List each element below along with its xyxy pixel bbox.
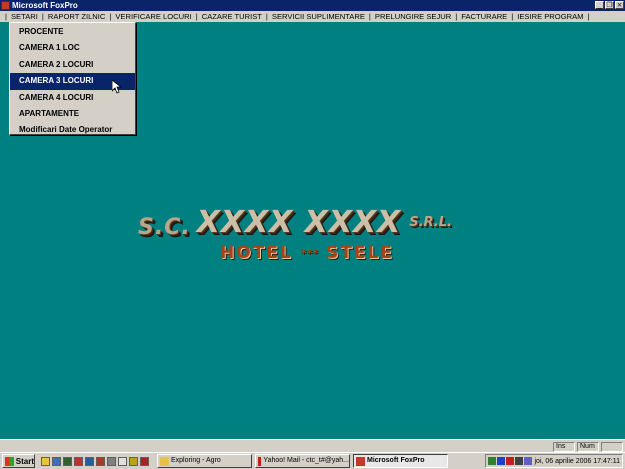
window-titlebar[interactable]: Microsoft FoxPro _ ❐ × — [0, 0, 625, 11]
menu-iesire-program[interactable]: IESIRE PROGRAM — [515, 11, 585, 22]
task-yahoo-mail[interactable]: Yahoo! Mail - ctc_t#@yah... — [255, 454, 350, 468]
logo-stars: *** — [300, 246, 318, 260]
quick-launch-icon[interactable] — [63, 456, 72, 466]
quick-launch-icon[interactable] — [129, 456, 138, 466]
logo-stele: STELE — [326, 243, 394, 263]
system-clock[interactable]: joi, 06 aprilie 2006 17:47:11 — [535, 458, 621, 465]
system-tray: joi, 06 aprilie 2006 17:47:11 — [484, 454, 623, 468]
quick-launch-icon[interactable] — [140, 456, 149, 466]
quick-launch-icon[interactable] — [96, 456, 105, 466]
menu-item-modificari-date-operator[interactable]: Modificari Date Operator — [10, 122, 135, 138]
logo-suffix: S.R.L. — [409, 215, 452, 230]
menu-item-camera-2-locuri[interactable]: CAMERA 2 LOCURI — [10, 57, 135, 73]
window-title: Microsoft FoxPro — [12, 1, 78, 10]
tray-icon[interactable] — [487, 457, 496, 465]
status-empty-cell — [601, 442, 623, 452]
task-microsoft-foxpro[interactable]: Microsoft FoxPro — [353, 454, 448, 468]
logo-company-line: S.C. XXXX XXXX S.R.L. — [138, 205, 452, 240]
menu-raport-zilnic[interactable]: RAPORT ZILNIC — [46, 11, 108, 22]
foxpro-icon — [356, 456, 365, 466]
close-button[interactable]: × — [615, 1, 624, 9]
start-label: Start — [15, 456, 34, 466]
menu-setari[interactable]: SETARI — [9, 11, 40, 22]
task-label: Exploring - Agro — [171, 457, 221, 464]
quick-launch-icon[interactable] — [118, 456, 127, 466]
quick-launch-icon[interactable] — [41, 456, 50, 466]
menu-bar: | SETARI | RAPORT ZILNIC | VERIFICARE LO… — [0, 11, 625, 22]
speaker-icon[interactable] — [523, 457, 532, 465]
logo-prefix: S.C. — [138, 215, 191, 240]
num-indicator: Num — [577, 442, 599, 452]
tray-icon[interactable] — [514, 457, 523, 465]
menu-servicii-suplimentare[interactable]: SERVICII SUPLIMENTARE — [270, 11, 367, 22]
foxpro-status-bar: Ins Num — [0, 439, 625, 452]
window-controls: _ ❐ × — [595, 1, 624, 9]
mouse-cursor-icon — [112, 80, 122, 94]
ie-icon[interactable] — [52, 456, 61, 466]
menu-separator: | — [587, 12, 590, 21]
menu-facturare[interactable]: FACTURARE — [459, 11, 509, 22]
menu-item-procente[interactable]: PROCENTE — [10, 24, 135, 40]
foxpro-icon — [1, 1, 10, 10]
menu-item-apartamente[interactable]: APARTAMENTE — [10, 106, 135, 122]
setari-dropdown-menu: PROCENTE CAMERA 1 LOC CAMERA 2 LOCURI CA… — [9, 22, 136, 135]
windows-flag-icon — [5, 456, 14, 466]
logo-hotel: HOTEL — [220, 243, 293, 263]
company-logo: S.C. XXXX XXXX S.R.L. HOTEL *** STELE — [138, 205, 468, 285]
restore-button[interactable]: ❐ — [605, 1, 614, 9]
task-label: Yahoo! Mail - ctc_t#@yah... — [263, 457, 349, 464]
logo-brand: XXXX XXXX — [196, 205, 402, 240]
tray-icon[interactable] — [505, 457, 514, 465]
start-button[interactable]: Start — [2, 454, 35, 468]
task-exploring[interactable]: Exploring - Agro — [157, 454, 252, 468]
minimize-button[interactable]: _ — [595, 1, 604, 9]
windows-taskbar: Start Exploring - Agro Yahoo! Mail - ctc… — [0, 452, 625, 469]
browser-icon — [258, 456, 262, 466]
menu-prelungire-sejur[interactable]: PRELUNGIRE SEJUR — [373, 11, 453, 22]
logo-hotel-line: HOTEL *** STELE — [220, 243, 394, 263]
quick-launch-icon[interactable] — [85, 456, 94, 466]
quick-launch-icon[interactable] — [74, 456, 83, 466]
folder-icon — [160, 456, 169, 466]
tray-icon[interactable] — [496, 457, 505, 465]
quick-launch — [41, 456, 149, 466]
menu-item-camera-1-loc[interactable]: CAMERA 1 LOC — [10, 40, 135, 56]
menu-cazare-turist[interactable]: CAZARE TURIST — [200, 11, 264, 22]
menu-verificare-locuri[interactable]: VERIFICARE LOCURI — [113, 11, 193, 22]
quick-launch-icon[interactable] — [107, 456, 116, 466]
task-label: Microsoft FoxPro — [367, 457, 425, 464]
ins-indicator: Ins — [553, 442, 575, 452]
